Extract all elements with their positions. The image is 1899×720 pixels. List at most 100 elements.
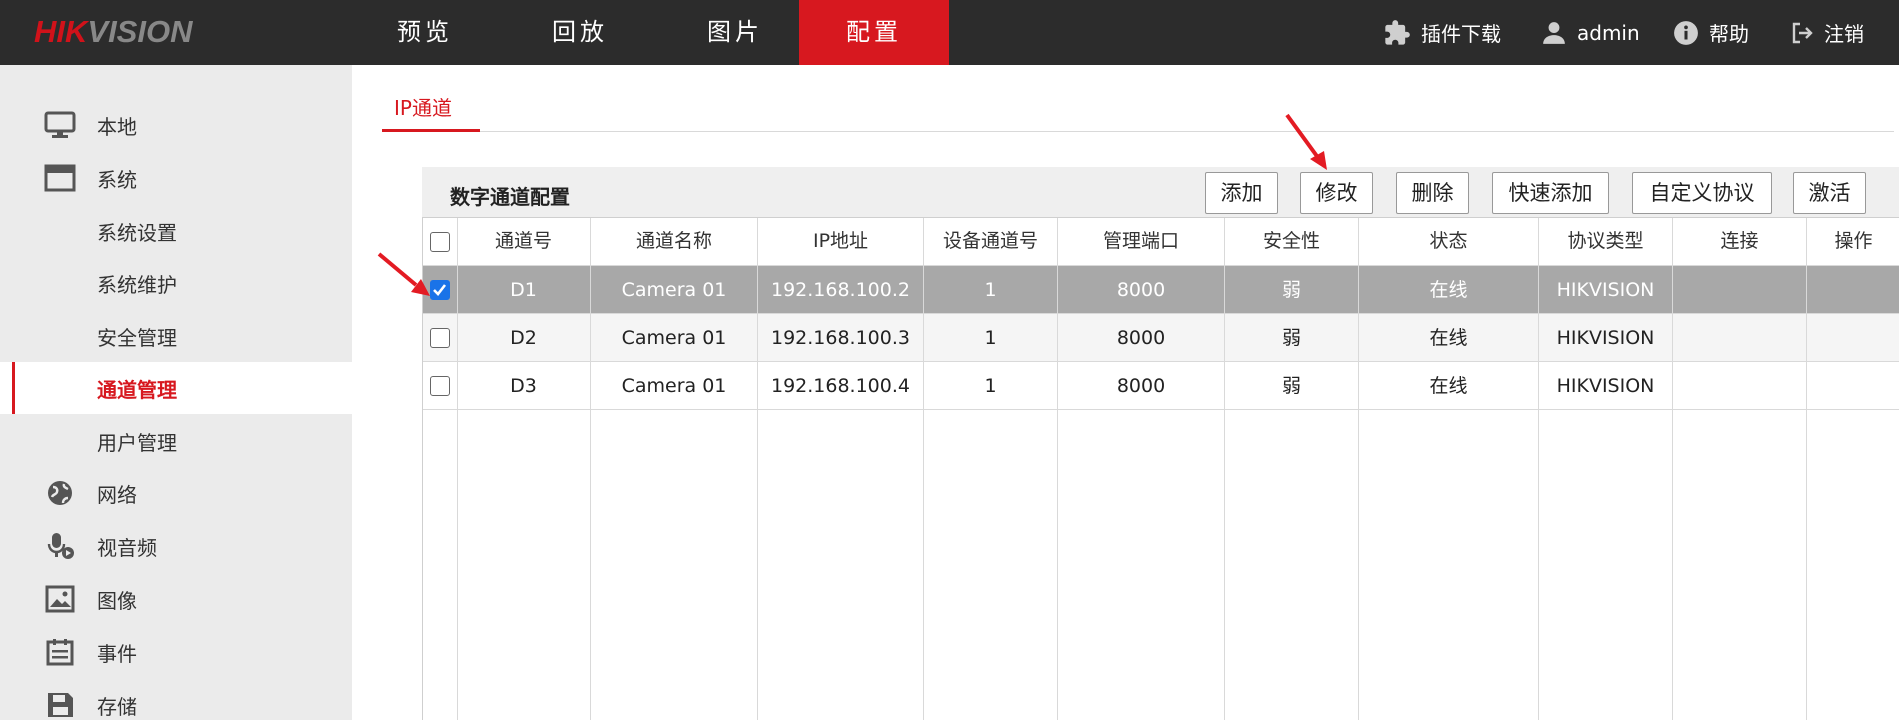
column-divider xyxy=(1538,218,1539,720)
globe-icon xyxy=(48,481,72,505)
puzzle-icon xyxy=(1385,19,1410,45)
logout-label: 注销 xyxy=(1824,22,1864,46)
column-divider xyxy=(923,218,924,720)
header-operation[interactable]: 操作 xyxy=(1807,218,1899,265)
cell-security: 弱 xyxy=(1281,327,1301,349)
table-row[interactable]: D3 Camera 01 192.168.100.4 1 8000 弱 在线 H… xyxy=(423,362,1899,410)
sidebar-item-label: 本地 xyxy=(97,114,137,139)
modify-button[interactable]: 修改 xyxy=(1300,172,1373,214)
sidebar-item-label: 网络 xyxy=(97,482,137,507)
header-divider xyxy=(423,265,1899,266)
calendar-icon xyxy=(46,639,74,666)
monitor-icon xyxy=(44,111,76,138)
activate-button[interactable]: 激活 xyxy=(1793,172,1866,214)
column-divider xyxy=(1672,218,1673,720)
sidebar-item-network[interactable]: 网络 xyxy=(0,467,352,519)
sidebar-item-event[interactable]: 事件 xyxy=(0,626,352,678)
tab-divider xyxy=(382,131,1894,132)
quick-add-button[interactable]: 快速添加 xyxy=(1492,172,1609,214)
cell-protocol: HIKVISION xyxy=(1556,327,1655,349)
sidebar-item-channel-management[interactable]: 通道管理 xyxy=(0,362,352,414)
header-status[interactable]: 状态 xyxy=(1359,218,1538,265)
cell-security: 弱 xyxy=(1281,375,1301,397)
header-device-channel-no[interactable]: 设备通道号 xyxy=(924,218,1057,265)
add-button[interactable]: 添加 xyxy=(1205,172,1278,214)
nav-tab-picture[interactable]: 图片 xyxy=(660,0,810,65)
sidebar-item-local[interactable]: 本地 xyxy=(0,99,352,151)
column-divider xyxy=(1358,218,1359,720)
sidebar-item-user-management[interactable]: 用户管理 xyxy=(0,415,352,467)
plugin-download-link[interactable]: 插件下载 xyxy=(1383,0,1501,65)
header-ip-address[interactable]: IP地址 xyxy=(758,218,923,265)
cell-channel-name: Camera 01 xyxy=(621,327,727,349)
channel-config-toolbar: 数字通道配置 添加 修改 删除 快速添加 自定义协议 激活 xyxy=(422,167,1899,217)
sidebar-item-label: 安全管理 xyxy=(97,325,177,350)
sidebar-item-storage[interactable]: 存储 xyxy=(0,679,352,720)
header-protocol-type[interactable]: 协议类型 xyxy=(1539,218,1672,265)
sidebar-item-system-settings[interactable]: 系统设置 xyxy=(0,205,352,257)
logo-text-vision: VISION xyxy=(87,14,193,49)
sidebar-item-system-maintenance[interactable]: 系统维护 xyxy=(0,257,352,309)
nav-tab-playback[interactable]: 回放 xyxy=(505,0,655,65)
floppy-icon xyxy=(48,693,73,717)
logout-link[interactable]: 注销 xyxy=(1790,0,1864,65)
logo-text-hik: HIK xyxy=(34,14,88,49)
cell-status: 在线 xyxy=(1429,279,1468,301)
cell-channel-no: D1 xyxy=(510,279,537,301)
cell-security: 弱 xyxy=(1281,279,1301,301)
sidebar-item-security-management[interactable]: 安全管理 xyxy=(0,310,352,362)
nav-tab-preview[interactable]: 预览 xyxy=(350,0,500,65)
table-row[interactable]: D1 Camera 01 192.168.100.2 1 8000 弱 在线 H… xyxy=(423,266,1899,314)
cell-device-channel-no: 1 xyxy=(984,375,997,397)
window-icon xyxy=(44,164,76,192)
top-navigation-bar: HIKVISION 预览 回放 图片 配置 插件下载 admin 帮助 注销 xyxy=(0,0,1899,65)
select-all-checkbox[interactable] xyxy=(430,232,450,252)
cell-ip-address: 192.168.100.2 xyxy=(770,279,910,301)
active-tab-indicator xyxy=(382,129,480,132)
image-icon xyxy=(45,585,75,613)
sidebar-item-audio-video[interactable]: 视音频 xyxy=(0,520,352,572)
plugin-download-label: 插件下载 xyxy=(1421,22,1501,46)
sidebar: 本地 系统 系统设置 系统维护 安全管理 通道管理 用户管理 网络 视音频 图像… xyxy=(0,65,352,720)
cell-channel-name: Camera 01 xyxy=(621,279,727,301)
header-connection[interactable]: 连接 xyxy=(1673,218,1806,265)
cell-device-channel-no: 1 xyxy=(984,279,997,301)
header-channel-name[interactable]: 通道名称 xyxy=(591,218,757,265)
custom-protocol-button[interactable]: 自定义协议 xyxy=(1632,172,1772,214)
tab-ip-channel[interactable]: IP通道 xyxy=(382,92,464,130)
header-security[interactable]: 安全性 xyxy=(1225,218,1358,265)
sidebar-item-label: 图像 xyxy=(97,588,137,613)
annotation-arrow-icon xyxy=(1285,113,1327,170)
user-menu[interactable]: admin xyxy=(1541,0,1640,65)
sidebar-item-label: 存储 xyxy=(97,694,137,719)
row-checkbox[interactable] xyxy=(430,328,450,348)
sidebar-item-label: 系统 xyxy=(97,167,137,192)
user-icon xyxy=(1543,21,1565,44)
hikvision-logo[interactable]: HIKVISION xyxy=(34,14,192,50)
column-divider xyxy=(1806,218,1807,720)
cell-device-channel-no: 1 xyxy=(984,327,997,349)
sidebar-item-label: 事件 xyxy=(97,641,137,666)
table-row[interactable]: D2 Camera 01 192.168.100.3 1 8000 弱 在线 H… xyxy=(423,314,1899,362)
logout-icon xyxy=(1792,22,1813,43)
cell-ip-address: 192.168.100.4 xyxy=(770,375,910,397)
header-channel-no[interactable]: 通道号 xyxy=(457,218,590,265)
cell-management-port: 8000 xyxy=(1116,327,1166,349)
sidebar-item-label: 系统维护 xyxy=(97,272,177,297)
nav-tab-configuration[interactable]: 配置 xyxy=(799,0,949,65)
cell-ip-address: 192.168.100.3 xyxy=(770,327,910,349)
header-management-port[interactable]: 管理端口 xyxy=(1058,218,1224,265)
cell-channel-name: Camera 01 xyxy=(621,375,727,397)
main-content: IP通道 数字通道配置 添加 修改 删除 快速添加 自定义协议 激活 D1 Ca… xyxy=(352,65,1899,720)
cell-protocol: HIKVISION xyxy=(1556,375,1655,397)
info-icon xyxy=(1674,20,1698,45)
sidebar-item-image[interactable]: 图像 xyxy=(0,573,352,625)
cell-channel-no: D3 xyxy=(510,375,537,397)
sidebar-item-system[interactable]: 系统 xyxy=(0,152,352,204)
username-label: admin xyxy=(1577,20,1640,45)
row-checkbox[interactable] xyxy=(430,376,450,396)
column-divider xyxy=(757,218,758,720)
help-link[interactable]: 帮助 xyxy=(1673,0,1749,65)
delete-button[interactable]: 删除 xyxy=(1396,172,1469,214)
cell-management-port: 8000 xyxy=(1116,375,1166,397)
